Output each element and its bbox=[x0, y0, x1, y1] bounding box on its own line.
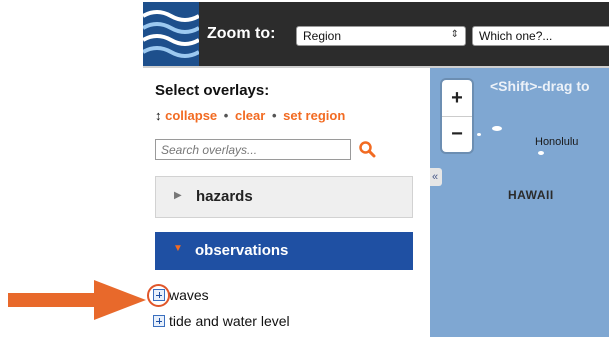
set-region-link[interactable]: set region bbox=[283, 108, 345, 123]
collapse-link[interactable]: collapse bbox=[165, 108, 217, 123]
island bbox=[492, 126, 502, 131]
island bbox=[538, 151, 544, 155]
caret-down-icon: ▼ bbox=[173, 243, 183, 254]
pointer-arrow-icon bbox=[8, 280, 146, 320]
which-one-select[interactable]: Which one?... bbox=[472, 26, 609, 46]
which-one-select-value: Which one?... bbox=[479, 29, 553, 43]
overlays-sidebar: Select overlays: ↕ collapse • clear • se… bbox=[143, 68, 430, 337]
region-select[interactable]: Region ⇕ bbox=[296, 26, 466, 46]
search-overlays-input[interactable] bbox=[155, 139, 351, 160]
section-observations[interactable]: ▼ observations bbox=[155, 232, 413, 270]
zoom-controls: + − bbox=[442, 80, 472, 152]
separator-dot: • bbox=[271, 108, 277, 123]
section-hazards[interactable]: ▶ hazards bbox=[155, 176, 413, 218]
hawaii-label: HAWAII bbox=[508, 188, 554, 202]
list-item-label: waves bbox=[169, 287, 209, 303]
overlay-actions: ↕ collapse • clear • set region bbox=[155, 108, 345, 123]
zoom-out-button[interactable]: − bbox=[442, 116, 472, 152]
section-observations-label: observations bbox=[195, 242, 289, 259]
zoom-to-label: Zoom to: bbox=[207, 25, 276, 42]
separator-dot: • bbox=[223, 108, 229, 123]
logo bbox=[143, 2, 199, 66]
search-icon[interactable] bbox=[358, 140, 376, 158]
region-select-value: Region bbox=[303, 29, 342, 43]
map-drag-hint: <Shift>-drag to bbox=[490, 78, 590, 94]
top-bar: Zoom to: Region ⇕ Which one?... bbox=[143, 2, 609, 68]
select-arrows-icon: ⇕ bbox=[450, 29, 459, 40]
island bbox=[477, 133, 481, 136]
collapse-arrows-icon: ↕ bbox=[155, 108, 162, 123]
map-panel[interactable]: <Shift>-drag to Honolulu HAWAII + − « bbox=[430, 68, 609, 337]
expand-plus-icon[interactable] bbox=[153, 315, 165, 328]
list-item-label: tide and water level bbox=[169, 313, 290, 329]
list-item[interactable]: tide and water level bbox=[153, 313, 290, 329]
select-overlays-title: Select overlays: bbox=[155, 82, 270, 99]
honolulu-label: Honolulu bbox=[535, 136, 579, 148]
section-hazards-label: hazards bbox=[196, 188, 253, 205]
clear-link[interactable]: clear bbox=[235, 108, 265, 123]
waves-logo-icon bbox=[143, 2, 199, 66]
zoom-in-button[interactable]: + bbox=[442, 80, 472, 117]
collapse-sidebar-button[interactable]: « bbox=[430, 168, 442, 186]
highlight-circle bbox=[147, 284, 170, 307]
caret-right-icon: ▶ bbox=[174, 190, 182, 201]
